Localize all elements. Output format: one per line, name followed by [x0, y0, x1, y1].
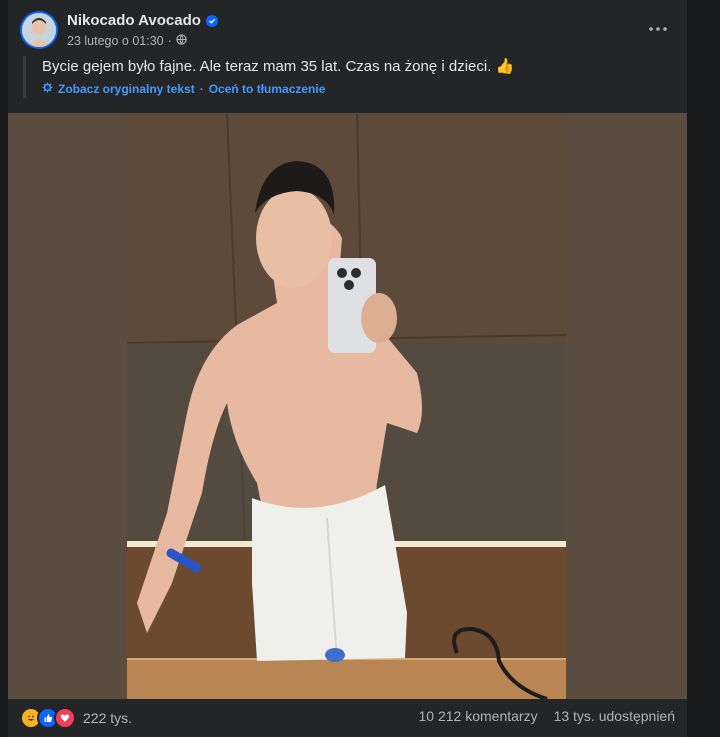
more-options-icon[interactable]	[645, 16, 671, 42]
reaction-count[interactable]: 222 tys.	[83, 710, 132, 726]
shares-count[interactable]: 13 tys. udostępnień	[554, 708, 675, 724]
see-original-link[interactable]: Zobacz oryginalny tekst	[58, 82, 195, 96]
post-timestamp[interactable]: 23 lutego o 01:30	[67, 34, 164, 48]
meta-separator: ·	[167, 34, 172, 48]
rate-translation-link[interactable]: Oceń to tłumaczenie	[209, 82, 326, 96]
post-card: Nikocado Avocado 23 lutego o 01:30 · Byc…	[8, 0, 687, 737]
translate-gear-icon	[42, 82, 53, 96]
author-name-row: Nikocado Avocado	[67, 12, 218, 29]
verified-badge-icon	[205, 14, 218, 27]
translation-quote-bar	[23, 56, 26, 98]
photo-illustration	[127, 113, 566, 699]
post-header: Nikocado Avocado 23 lutego o 01:30 · Byc…	[8, 0, 687, 112]
love-icon	[54, 707, 76, 729]
post-photo[interactable]	[127, 113, 566, 699]
comments-count[interactable]: 10 212 komentarzy	[419, 708, 538, 724]
reactions-summary[interactable]: 222 tys.	[20, 707, 132, 729]
author-avatar[interactable]	[20, 11, 58, 49]
post-text: Bycie gejem było fajne. Ale teraz mam 35…	[42, 58, 515, 75]
post-stats: 10 212 komentarzy 13 tys. udostępnień	[419, 708, 676, 724]
translation-row: Zobacz oryginalny tekst · Oceń to tłumac…	[42, 82, 325, 96]
author-name[interactable]: Nikocado Avocado	[67, 12, 201, 29]
engagement-bar: 222 tys. 10 212 komentarzy 13 tys. udost…	[8, 699, 687, 737]
post-photo-container[interactable]	[8, 113, 687, 699]
avatar-image	[22, 13, 56, 47]
post-meta: 23 lutego o 01:30 ·	[67, 34, 187, 48]
translation-separator: ·	[199, 82, 204, 96]
globe-icon	[176, 34, 187, 48]
